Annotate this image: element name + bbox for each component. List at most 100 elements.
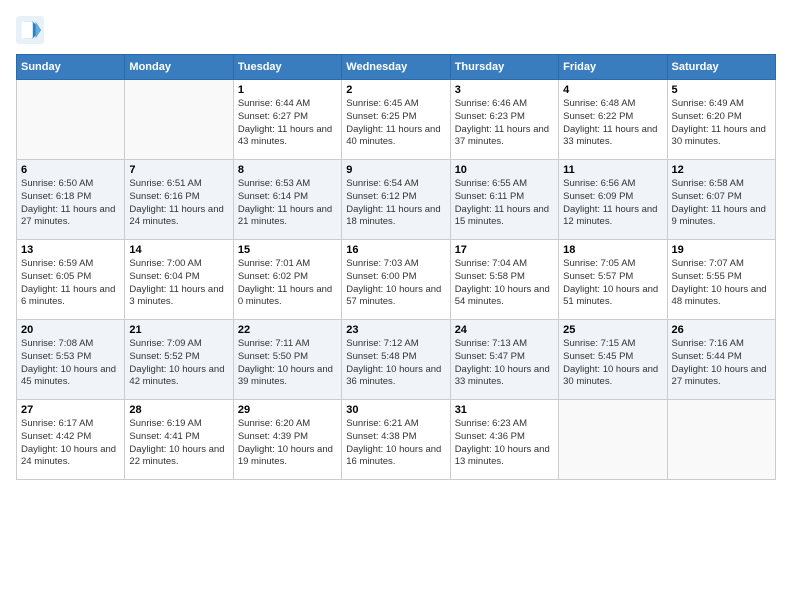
page-header [16,16,776,44]
day-number: 4 [563,84,662,96]
day-detail: Sunrise: 7:16 AM Sunset: 5:44 PM Dayligh… [672,338,771,389]
day-number: 2 [346,84,445,96]
day-header-wednesday: Wednesday [342,55,450,80]
day-detail: Sunrise: 7:12 AM Sunset: 5:48 PM Dayligh… [346,338,445,389]
calendar-cell: 10 Sunrise: 6:55 AM Sunset: 6:11 PM Dayli… [450,160,558,240]
day-number: 29 [238,404,337,416]
day-header-tuesday: Tuesday [233,55,341,80]
day-detail: Sunrise: 6:55 AM Sunset: 6:11 PM Dayligh… [455,178,554,229]
calendar-header-row: SundayMondayTuesdayWednesdayThursdayFrid… [17,55,776,80]
day-header-sunday: Sunday [17,55,125,80]
day-detail: Sunrise: 7:07 AM Sunset: 5:55 PM Dayligh… [672,258,771,309]
calendar-cell: 26 Sunrise: 7:16 AM Sunset: 5:44 PM Dayli… [667,320,775,400]
calendar-cell: 21 Sunrise: 7:09 AM Sunset: 5:52 PM Dayli… [125,320,233,400]
calendar-cell: 25Sunrise: 7:15 AM Sunset: 5:45 PM Dayli… [559,320,667,400]
calendar-cell: 14 Sunrise: 7:00 AM Sunset: 6:04 PM Dayli… [125,240,233,320]
calendar-cell: 2 Sunrise: 6:45 AM Sunset: 6:25 PM Daylig… [342,80,450,160]
day-detail: Sunrise: 6:19 AM Sunset: 4:41 PM Dayligh… [129,418,228,469]
day-number: 17 [455,244,554,256]
day-number: 28 [129,404,228,416]
day-number: 19 [672,244,771,256]
calendar-cell: 17 Sunrise: 7:04 AM Sunset: 5:58 PM Dayli… [450,240,558,320]
day-detail: Sunrise: 7:15 AM Sunset: 5:45 PM Dayligh… [563,338,662,389]
calendar-week-row: 6 Sunrise: 6:50 AM Sunset: 6:18 PM Daylig… [17,160,776,240]
day-number: 9 [346,164,445,176]
day-number: 12 [672,164,771,176]
day-header-friday: Friday [559,55,667,80]
calendar-cell: 5Sunrise: 6:49 AM Sunset: 6:20 PM Daylig… [667,80,775,160]
day-number: 27 [21,404,120,416]
day-detail: Sunrise: 7:08 AM Sunset: 5:53 PM Dayligh… [21,338,120,389]
day-detail: Sunrise: 6:48 AM Sunset: 6:22 PM Dayligh… [563,98,662,149]
day-detail: Sunrise: 6:49 AM Sunset: 6:20 PM Dayligh… [672,98,771,149]
calendar-cell: 31Sunrise: 6:23 AM Sunset: 4:36 PM Dayli… [450,400,558,480]
day-detail: Sunrise: 7:13 AM Sunset: 5:47 PM Dayligh… [455,338,554,389]
day-detail: Sunrise: 6:45 AM Sunset: 6:25 PM Dayligh… [346,98,445,149]
calendar-cell: 7Sunrise: 6:51 AM Sunset: 6:16 PM Daylig… [125,160,233,240]
day-number: 1 [238,84,337,96]
day-detail: Sunrise: 6:58 AM Sunset: 6:07 PM Dayligh… [672,178,771,229]
day-number: 8 [238,164,337,176]
calendar-table: SundayMondayTuesdayWednesdayThursdayFrid… [16,54,776,480]
calendar-cell: 29 Sunrise: 6:20 AM Sunset: 4:39 PM Dayli… [233,400,341,480]
day-number: 6 [21,164,120,176]
day-number: 13 [21,244,120,256]
day-header-thursday: Thursday [450,55,558,80]
day-number: 18 [563,244,662,256]
calendar-cell: 9 Sunrise: 6:54 AM Sunset: 6:12 PM Daylig… [342,160,450,240]
calendar-cell: 18 Sunrise: 7:05 AM Sunset: 5:57 PM Dayli… [559,240,667,320]
calendar-cell: 11Sunrise: 6:56 AM Sunset: 6:09 PM Dayli… [559,160,667,240]
day-detail: Sunrise: 7:05 AM Sunset: 5:57 PM Dayligh… [563,258,662,309]
calendar-cell [125,80,233,160]
day-detail: Sunrise: 6:51 AM Sunset: 6:16 PM Dayligh… [129,178,228,229]
calendar-week-row: 13 Sunrise: 6:59 AM Sunset: 6:05 PM Dayli… [17,240,776,320]
calendar-cell [17,80,125,160]
day-number: 20 [21,324,120,336]
logo-icon [16,16,44,44]
day-detail: Sunrise: 6:44 AM Sunset: 6:27 PM Dayligh… [238,98,337,149]
calendar-week-row: 1 Sunrise: 6:44 AM Sunset: 6:27 PM Daylig… [17,80,776,160]
day-detail: Sunrise: 6:23 AM Sunset: 4:36 PM Dayligh… [455,418,554,469]
calendar-cell: 8 Sunrise: 6:53 AM Sunset: 6:14 PM Daylig… [233,160,341,240]
calendar-cell: 23 Sunrise: 7:12 AM Sunset: 5:48 PM Dayli… [342,320,450,400]
day-detail: Sunrise: 7:09 AM Sunset: 5:52 PM Dayligh… [129,338,228,389]
day-detail: Sunrise: 6:20 AM Sunset: 4:39 PM Dayligh… [238,418,337,469]
calendar-cell: 15Sunrise: 7:01 AM Sunset: 6:02 PM Dayli… [233,240,341,320]
day-detail: Sunrise: 7:03 AM Sunset: 6:00 PM Dayligh… [346,258,445,309]
day-detail: Sunrise: 7:11 AM Sunset: 5:50 PM Dayligh… [238,338,337,389]
day-header-monday: Monday [125,55,233,80]
calendar-cell: 3Sunrise: 6:46 AM Sunset: 6:23 PM Daylig… [450,80,558,160]
day-number: 21 [129,324,228,336]
day-detail: Sunrise: 6:21 AM Sunset: 4:38 PM Dayligh… [346,418,445,469]
calendar-cell: 24Sunrise: 7:13 AM Sunset: 5:47 PM Dayli… [450,320,558,400]
calendar-cell: 20 Sunrise: 7:08 AM Sunset: 5:53 PM Dayli… [17,320,125,400]
day-detail: Sunrise: 6:59 AM Sunset: 6:05 PM Dayligh… [21,258,120,309]
day-detail: Sunrise: 7:00 AM Sunset: 6:04 PM Dayligh… [129,258,228,309]
calendar-cell [667,400,775,480]
day-detail: Sunrise: 6:53 AM Sunset: 6:14 PM Dayligh… [238,178,337,229]
calendar-cell: 27Sunrise: 6:17 AM Sunset: 4:42 PM Dayli… [17,400,125,480]
logo [16,16,48,44]
calendar-week-row: 20 Sunrise: 7:08 AM Sunset: 5:53 PM Dayli… [17,320,776,400]
day-detail: Sunrise: 7:04 AM Sunset: 5:58 PM Dayligh… [455,258,554,309]
day-number: 22 [238,324,337,336]
day-detail: Sunrise: 6:54 AM Sunset: 6:12 PM Dayligh… [346,178,445,229]
day-detail: Sunrise: 7:01 AM Sunset: 6:02 PM Dayligh… [238,258,337,309]
day-number: 16 [346,244,445,256]
calendar-cell [559,400,667,480]
day-number: 10 [455,164,554,176]
calendar-cell: 19 Sunrise: 7:07 AM Sunset: 5:55 PM Dayli… [667,240,775,320]
day-number: 23 [346,324,445,336]
day-number: 30 [346,404,445,416]
calendar-cell: 28 Sunrise: 6:19 AM Sunset: 4:41 PM Dayli… [125,400,233,480]
day-number: 26 [672,324,771,336]
calendar-cell: 4 Sunrise: 6:48 AM Sunset: 6:22 PM Daylig… [559,80,667,160]
day-detail: Sunrise: 6:50 AM Sunset: 6:18 PM Dayligh… [21,178,120,229]
calendar-cell: 6 Sunrise: 6:50 AM Sunset: 6:18 PM Daylig… [17,160,125,240]
calendar-cell: 30 Sunrise: 6:21 AM Sunset: 4:38 PM Dayli… [342,400,450,480]
calendar-cell: 12 Sunrise: 6:58 AM Sunset: 6:07 PM Dayli… [667,160,775,240]
day-number: 14 [129,244,228,256]
day-number: 3 [455,84,554,96]
day-header-saturday: Saturday [667,55,775,80]
calendar-week-row: 27Sunrise: 6:17 AM Sunset: 4:42 PM Dayli… [17,400,776,480]
